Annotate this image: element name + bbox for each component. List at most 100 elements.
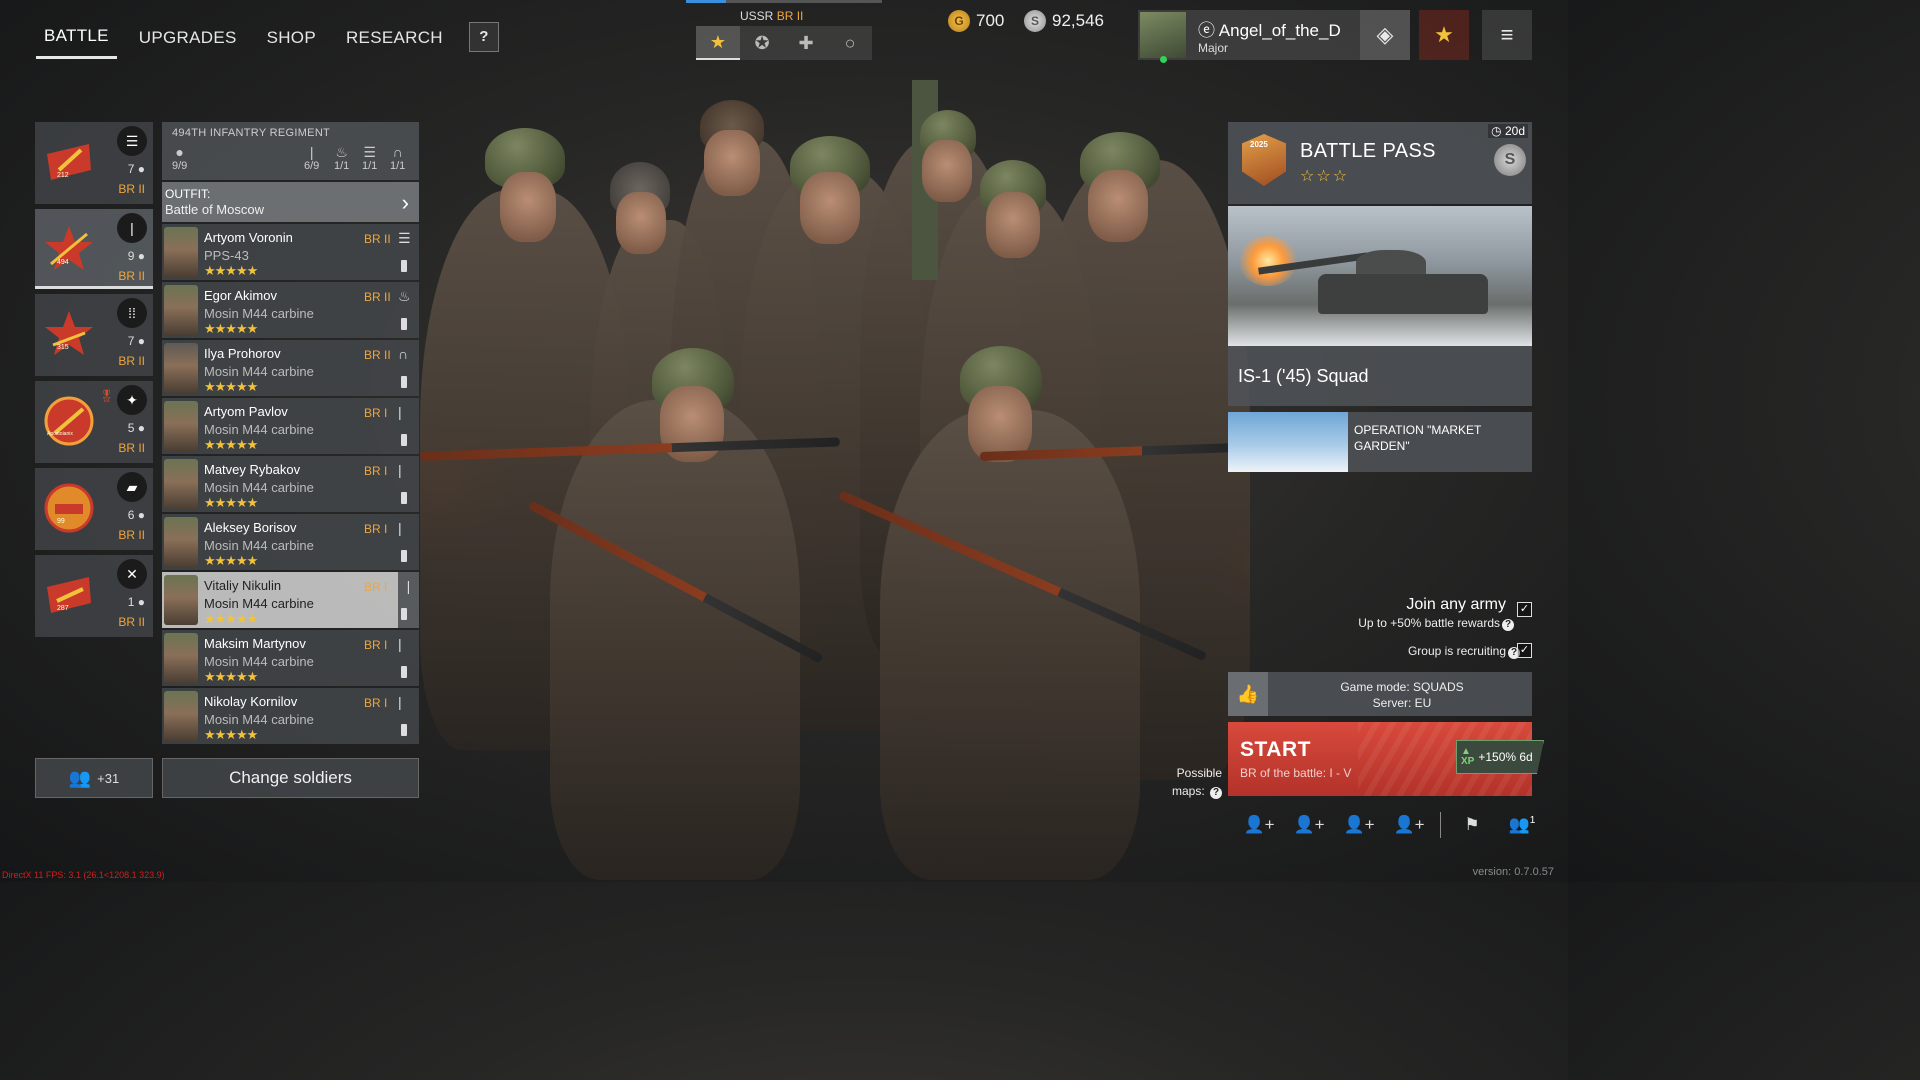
silver-s-icon: S: [1494, 144, 1526, 176]
soldier-row[interactable]: Maksim Martynov Mosin M44 carbine ★★★★★ …: [162, 630, 419, 686]
xp-boost-badge[interactable]: ▲ XP +150% 6d: [1456, 740, 1544, 774]
add-friend-icon[interactable]: 👤+: [1284, 815, 1334, 835]
soldier-weapon: Mosin M44 carbine: [204, 654, 314, 669]
ammo-icon: [401, 550, 407, 562]
thumbs-up-icon[interactable]: 👍: [1228, 672, 1268, 716]
gold-balance[interactable]: G 700: [948, 10, 1004, 32]
stat-radio: ☰ 1/1: [362, 144, 378, 172]
soldier-weapon: Mosin M44 carbine: [204, 480, 314, 495]
player-name-text: Angel_of_the_D: [1218, 20, 1341, 40]
regiment-name: 494TH INFANTRY REGIMENT: [172, 127, 331, 139]
squad-count: 7 ●: [127, 334, 145, 348]
fps-counter: DirectX 11 FPS: 3.1 (26.1<1208.1 323.9): [2, 870, 165, 880]
soldier-stars: ★★★★★: [204, 611, 258, 626]
soldier-weapon: Mosin M44 carbine: [204, 364, 314, 379]
clock-icon: ◷: [1491, 124, 1502, 138]
soldier-name: Vitaliy Nikulin: [204, 578, 282, 593]
bullet-icon: |: [398, 462, 402, 478]
squad-emblem-icon: [43, 395, 95, 447]
event-card[interactable]: OPERATION "MARKET GARDEN": [1228, 412, 1532, 472]
soldier-portrait: [164, 575, 198, 625]
flame-icon: ♨: [335, 144, 348, 160]
promo-card[interactable]: IS-1 ('45) Squad: [1228, 206, 1532, 406]
friends-icon[interactable]: 👥1: [1497, 815, 1547, 835]
battle-pass-card[interactable]: 2025 BATTLE PASS ☆☆☆ ◷ 20d S: [1228, 122, 1532, 204]
squad-emblem-number: 494: [57, 259, 69, 266]
ammo-icon: ⁞⁞: [117, 298, 147, 328]
soldier-row[interactable]: Egor Akimov Mosin M44 carbine ★★★★★ BR I…: [162, 282, 419, 338]
reserve-button[interactable]: 👥 +31: [35, 758, 153, 798]
maps-label: maps:: [1171, 784, 1205, 798]
person-icon: ●: [137, 334, 145, 348]
group-recruiting-checkbox[interactable]: ✓: [1517, 643, 1532, 658]
squad-emblem-number: 212: [57, 172, 69, 179]
soldier-name: Artyom Voronin: [204, 230, 293, 245]
outfit-selector[interactable]: OUTFIT: Battle of Moscow ›: [162, 182, 419, 222]
squad-emblem-icon: [43, 223, 95, 275]
gold-amount: 700: [976, 11, 1005, 30]
add-friend-icon[interactable]: 👤+: [1384, 815, 1434, 835]
profile-card[interactable]: ⓔ Angel_of_the_D Major ◈: [1138, 10, 1410, 63]
medal-icon[interactable]: ✪: [740, 26, 784, 60]
possible-maps[interactable]: Possible maps: ?: [1160, 764, 1222, 800]
rank-badge-icon[interactable]: ★: [1419, 10, 1469, 60]
tab-battle[interactable]: BATTLE: [36, 20, 117, 59]
ammo-icon: [401, 666, 407, 678]
change-soldiers-button[interactable]: Change soldiers: [162, 758, 419, 798]
squad-card[interactable]: 99 ▰ 6 ● BR II: [35, 468, 153, 550]
cross-icon[interactable]: ✚: [784, 26, 828, 60]
soldier-row[interactable]: Artyom Voronin PPS-43 ★★★★★ BR II ☰: [162, 224, 419, 280]
squad-br: BR II: [118, 528, 145, 542]
soldier-weapon: PPS-43: [204, 248, 249, 263]
help-icon[interactable]: ?: [1210, 787, 1222, 799]
add-friend-icon[interactable]: 👤+: [1334, 815, 1384, 835]
soldier-stars: ★★★★★: [204, 727, 258, 742]
squad-card[interactable]: 287 ✕ 1 ● BR II: [35, 555, 153, 637]
soldier-name: Egor Akimov: [204, 288, 277, 303]
tab-research[interactable]: RESEARCH: [338, 22, 451, 58]
squad-card-selected[interactable]: 494 | 9 ● BR II: [35, 209, 153, 289]
stat-flame: ♨ 1/1: [334, 144, 350, 172]
squad-card[interactable]: 315 ⁞⁞ 7 ● BR II: [35, 294, 153, 376]
game-mode-info: Game mode: SQUADS Server: EU: [1272, 679, 1532, 711]
silver-coin-icon: S: [1024, 10, 1046, 32]
avatar[interactable]: [1140, 12, 1186, 63]
star-icon[interactable]: ★: [696, 26, 740, 60]
help-button[interactable]: ?: [468, 21, 499, 52]
nation-name: USSR: [740, 9, 774, 23]
game-mode-bar[interactable]: 👍 Game mode: SQUADS Server: EU: [1228, 672, 1532, 716]
start-label: START: [1240, 738, 1311, 761]
soldier-row[interactable]: Aleksey Borisov Mosin M44 carbine ★★★★★ …: [162, 514, 419, 570]
battle-br-range: BR of the battle: I - V: [1240, 766, 1352, 780]
circle-icon[interactable]: ○: [828, 26, 872, 60]
soldier-row[interactable]: Nikolay Kornilov Mosin M44 carbine ★★★★★…: [162, 688, 419, 744]
soldier-br: BR II: [364, 232, 391, 246]
tab-shop[interactable]: SHOP: [259, 22, 324, 58]
join-any-army-checkbox[interactable]: ✓: [1517, 602, 1532, 617]
soldier-name: Aleksey Borisov: [204, 520, 297, 535]
silver-balance[interactable]: S 92,546: [1024, 10, 1104, 32]
main-nav: BATTLE UPGRADES SHOP RESEARCH ?: [36, 20, 499, 59]
soldier-row-selected[interactable]: Vitaliy Nikulin Mosin M44 carbine ★★★★★ …: [162, 572, 419, 628]
menu-icon[interactable]: ≡: [1482, 10, 1532, 60]
soldier-br: BR I: [364, 464, 388, 478]
tab-upgrades[interactable]: UPGRADES: [131, 22, 245, 58]
flag-icon[interactable]: ⚑: [1447, 815, 1497, 835]
chevron-right-icon: ›: [401, 190, 409, 215]
radio-icon: ☰: [363, 144, 376, 160]
soldier-row[interactable]: Ilya Prohorov Mosin M44 carbine ★★★★★ BR…: [162, 340, 419, 396]
outfit-label: OUTFIT:: [165, 187, 211, 201]
squad-card[interactable]: 🎖 Apostoianix ✦ 5 ● BR II: [35, 381, 153, 463]
squad-emblem-number: Apostoianix: [47, 431, 73, 437]
version-label: version: 0.7.0.57: [1472, 866, 1554, 878]
soldier-row[interactable]: Matvey Rybakov Mosin M44 carbine ★★★★★ B…: [162, 456, 419, 512]
soldier-br: BR I: [364, 638, 388, 652]
shield-icon[interactable]: ◈: [1360, 10, 1410, 60]
add-friend-icon[interactable]: 👤+: [1234, 815, 1284, 835]
squad-br: BR II: [118, 269, 145, 283]
person-icon: ●: [137, 162, 145, 176]
squad-card[interactable]: 212 ☰ 7 ● BR II: [35, 122, 153, 204]
soldier-weapon: Mosin M44 carbine: [204, 712, 314, 727]
flame-icon: ♨: [398, 288, 411, 304]
soldier-row[interactable]: Artyom Pavlov Mosin M44 carbine ★★★★★ BR…: [162, 398, 419, 454]
